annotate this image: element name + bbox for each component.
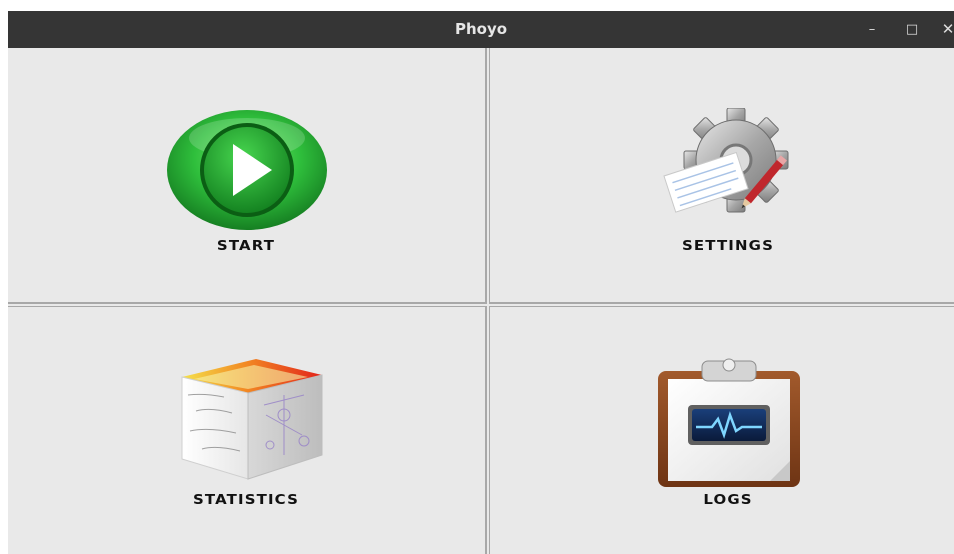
start-label: START: [216, 239, 276, 254]
app-window: Phoyo – □ ✕ START SETTINGS STATISTICS LO…: [8, 11, 954, 554]
logs-tile-button[interactable]: LOGS: [489, 306, 954, 554]
settings-label: SETTINGS: [681, 239, 775, 254]
title-bar[interactable]: Phoyo – □ ✕: [8, 11, 954, 48]
maximize-button[interactable]: □: [901, 11, 923, 48]
logs-label: LOGS: [703, 493, 753, 508]
statistics-label: STATISTICS: [192, 493, 300, 508]
start-tile-button[interactable]: START: [8, 48, 487, 304]
play-icon: [167, 110, 327, 230]
clipboard-log-icon: [658, 358, 800, 487]
gear-icon: [663, 108, 789, 213]
statistics-tile-button[interactable]: STATISTICS: [8, 306, 487, 554]
main-menu-grid: START SETTINGS STATISTICS LOGS: [8, 48, 954, 554]
close-button[interactable]: ✕: [937, 11, 954, 48]
minimize-button[interactable]: –: [861, 11, 883, 48]
statistics-cube-icon: [181, 359, 323, 480]
window-title: Phoyo: [454, 20, 508, 38]
settings-tile-button[interactable]: SETTINGS: [489, 48, 954, 304]
